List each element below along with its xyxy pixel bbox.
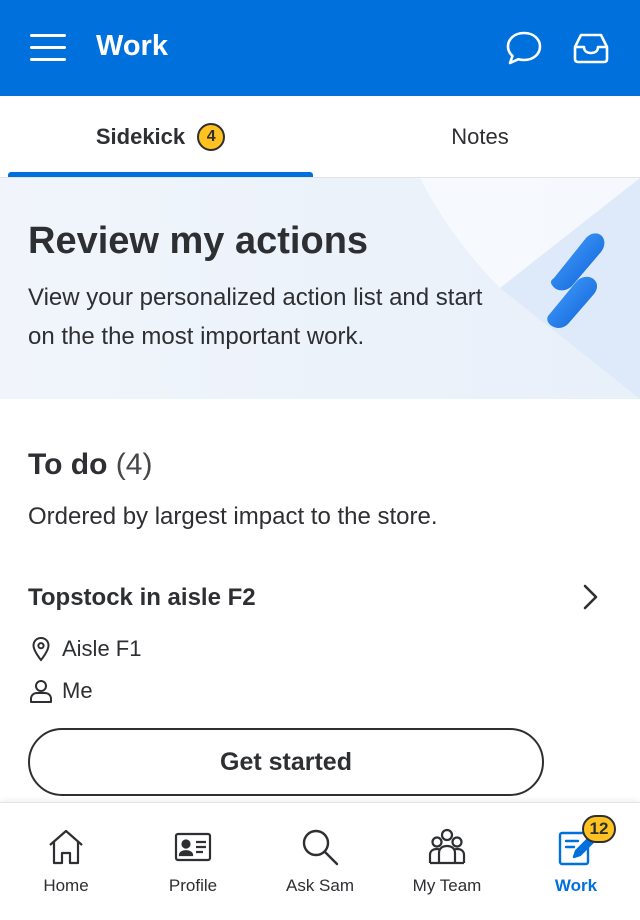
app-bar: Work (0, 0, 640, 96)
tab-count-badge: 4 (197, 123, 226, 151)
tab-label: Notes (451, 124, 509, 149)
home-icon (46, 827, 86, 867)
chevron-right-icon[interactable] (576, 582, 604, 612)
task-location: Aisle F1 (28, 636, 141, 662)
nav-item-my-team[interactable]: My Team (383, 803, 511, 920)
task-assignee: Me (28, 678, 93, 704)
nav-label: Home (43, 876, 89, 895)
id-card-icon (173, 827, 213, 867)
tab-sidekick[interactable]: Sidekick 4 (8, 96, 313, 178)
banner-description: View your personalized action list and s… (28, 284, 483, 350)
chat-bubble-icon[interactable] (504, 28, 544, 68)
search-icon (300, 827, 340, 867)
nav-item-profile[interactable]: Profile (129, 803, 257, 920)
tab-selected-indicator (8, 172, 313, 177)
nav-label: Profile (168, 876, 218, 895)
tab-notes[interactable]: Notes (320, 96, 640, 178)
nav-label: Ask Sam (285, 876, 355, 895)
nav-label: My Team (412, 876, 482, 895)
person-icon (30, 680, 52, 703)
banner-title: Review my actions (28, 220, 369, 262)
page-title: Work (96, 30, 168, 62)
get-started-button[interactable]: Get started (28, 728, 544, 796)
nav-label: Work (554, 876, 598, 895)
work-count-badge: 12 (582, 815, 616, 843)
nav-item-work[interactable]: 12 Work (512, 803, 640, 920)
inbox-tray-icon[interactable] (571, 28, 611, 68)
task-card[interactable]: Topstock in aisle F2 Aisle F1 Me Get sta… (0, 570, 640, 802)
sidekick-logo-icon (547, 233, 605, 328)
team-icon (427, 827, 467, 867)
todo-count: (4) (115, 448, 153, 481)
location-pin-icon (32, 636, 50, 662)
bottom-navigation: Home Profile Ask Sam My Team 12 Work (0, 802, 640, 920)
nav-item-ask-sam[interactable]: Ask Sam (256, 803, 384, 920)
hamburger-menu-icon[interactable] (30, 32, 66, 62)
task-location-label: Aisle F1 (62, 636, 142, 661)
todo-heading: To do (4) (28, 448, 152, 482)
todo-heading-label: To do (28, 448, 108, 481)
tab-bar: Sidekick 4 Notes (0, 96, 640, 178)
tab-label: Sidekick (95, 124, 186, 149)
todo-subtitle: Ordered by largest impact to the store. (28, 503, 438, 530)
task-assignee-label: Me (62, 678, 93, 703)
nav-item-home[interactable]: Home (2, 803, 130, 920)
review-actions-banner[interactable]: Review my actions View your personalized… (0, 178, 640, 399)
task-title: Topstock in aisle F2 (28, 584, 256, 611)
